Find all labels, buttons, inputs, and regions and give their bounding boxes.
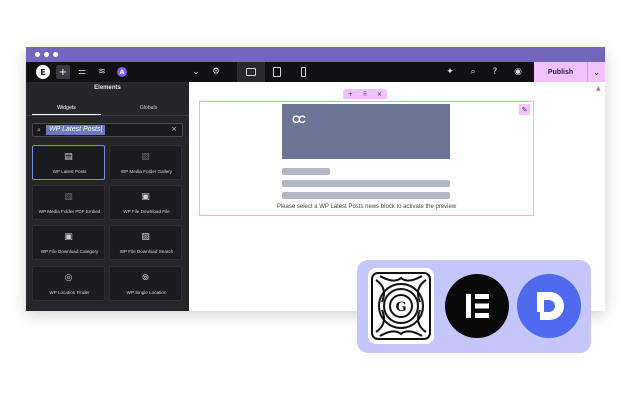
widget-label: WP File Download Category bbox=[40, 249, 99, 254]
widget-label: WP Latest Posts bbox=[52, 169, 87, 174]
publish-options-button[interactable]: ⌄ bbox=[587, 62, 605, 82]
mobile-icon bbox=[300, 67, 306, 77]
widget-wp-file-download-file[interactable]: ▣ WP File Download File bbox=[109, 185, 182, 220]
publish-button[interactable]: Publish bbox=[534, 62, 587, 82]
widget-label: WP Location Finder bbox=[49, 290, 90, 295]
droppics-logo bbox=[517, 274, 581, 338]
post-icon: ▤ bbox=[64, 152, 73, 162]
wordpress-logo: G bbox=[368, 268, 434, 344]
clear-search-icon[interactable]: × bbox=[171, 125, 177, 133]
preview-text-bar bbox=[282, 180, 450, 187]
search-value[interactable]: WP Latest Posts| bbox=[46, 125, 106, 135]
cc-logo-icon: CC bbox=[292, 114, 306, 126]
widget-label: WP Media Folder Gallery bbox=[120, 169, 173, 174]
search-icon: ⌕ bbox=[37, 126, 41, 134]
preview-text-bar bbox=[282, 192, 450, 199]
tablet-view-button[interactable] bbox=[263, 62, 291, 82]
desktop-view-button[interactable] bbox=[237, 62, 265, 82]
wp-letter: G bbox=[395, 300, 406, 315]
preview-eye-icon[interactable]: ◉ bbox=[512, 65, 524, 79]
widget-wp-single-location[interactable]: ⊚ WP Single Location bbox=[109, 266, 182, 301]
delete-section-icon[interactable]: × bbox=[377, 91, 382, 98]
pin-icon: ⊚ bbox=[141, 273, 150, 283]
settings-sliders-icon[interactable]: ⚌ bbox=[76, 65, 88, 79]
window-dot[interactable] bbox=[35, 52, 40, 57]
preview-title-bar bbox=[282, 168, 330, 175]
widget-wp-media-folder-gallery[interactable]: ▧ WP Media Folder Gallery bbox=[109, 145, 182, 180]
edit-widget-icon[interactable]: ✎ bbox=[519, 104, 530, 115]
widget-wp-latest-posts[interactable]: ▤ WP Latest Posts bbox=[32, 145, 105, 180]
preview-message: Please select a WP Latest Posts news blo… bbox=[276, 204, 457, 210]
search-icon[interactable]: ⌕ bbox=[467, 65, 479, 79]
widget-wp-media-folder-pdf-embed[interactable]: ▧ WP Media Folder PDF Embed bbox=[32, 185, 105, 220]
widget-search-input[interactable]: ⌕ WP Latest Posts| × bbox=[32, 123, 183, 137]
editor-topbar: E + ⚌ ≋ A ⌄ ⚙ ✦ ⌕ ? ◉ Publish ⌄ bbox=[26, 62, 605, 82]
desktop-icon bbox=[246, 68, 256, 76]
panel-tabs: Widgets Globals bbox=[26, 101, 189, 116]
category-icon: ▣ bbox=[64, 232, 73, 242]
section-toolbar[interactable]: + ⠿ × bbox=[343, 89, 387, 99]
site-settings-icon[interactable]: ⚙ bbox=[210, 65, 222, 79]
tab-widgets[interactable]: Widgets bbox=[26, 105, 107, 111]
account-badge[interactable]: A bbox=[117, 67, 127, 77]
add-element-button[interactable]: + bbox=[56, 65, 70, 79]
widget-label: WP Single Location bbox=[126, 290, 167, 295]
window-dot[interactable] bbox=[44, 52, 49, 57]
elementor-menu-button[interactable]: E bbox=[36, 65, 50, 79]
add-section-icon[interactable]: + bbox=[348, 91, 353, 98]
gallery-icon: ▧ bbox=[141, 152, 150, 162]
location-icon: ◎ bbox=[64, 273, 73, 283]
window-dot[interactable] bbox=[53, 52, 58, 57]
chevron-down-icon[interactable]: ⌄ bbox=[190, 65, 202, 79]
widget-wp-file-download-search[interactable]: ▨ WP File Download Search bbox=[109, 225, 182, 260]
window-titlebar bbox=[26, 47, 605, 62]
elements-panel: Elements Widgets Globals ⌕ WP Latest Pos… bbox=[26, 82, 189, 311]
preview-image-placeholder: CC bbox=[282, 104, 450, 159]
active-tab-indicator bbox=[32, 114, 101, 115]
help-icon[interactable]: ? bbox=[489, 65, 501, 79]
widget-label: WP Media Folder PDF Embed bbox=[38, 209, 101, 214]
pdf-icon: ▧ bbox=[64, 192, 73, 202]
search-doc-icon: ▨ bbox=[141, 232, 150, 242]
file-icon: ▣ bbox=[141, 192, 150, 202]
drag-handle-icon[interactable]: ⠿ bbox=[363, 91, 367, 98]
panel-title: Elements bbox=[94, 85, 121, 91]
tab-globals[interactable]: Globals bbox=[108, 105, 189, 111]
scroll-up-arrow[interactable]: ▲ bbox=[596, 85, 601, 92]
layers-icon[interactable]: ≋ bbox=[96, 65, 108, 79]
widget-wp-location-finder[interactable]: ◎ WP Location Finder bbox=[32, 266, 105, 301]
mobile-view-button[interactable] bbox=[289, 62, 317, 82]
widget-wp-file-download-category[interactable]: ▣ WP File Download Category bbox=[32, 225, 105, 260]
widget-label: WP File Download File bbox=[123, 209, 170, 214]
elementor-logo bbox=[445, 274, 509, 338]
ai-sparkle-icon[interactable]: ✦ bbox=[444, 65, 456, 79]
tablet-icon bbox=[273, 67, 281, 77]
widget-label: WP File Download Search bbox=[119, 249, 174, 254]
